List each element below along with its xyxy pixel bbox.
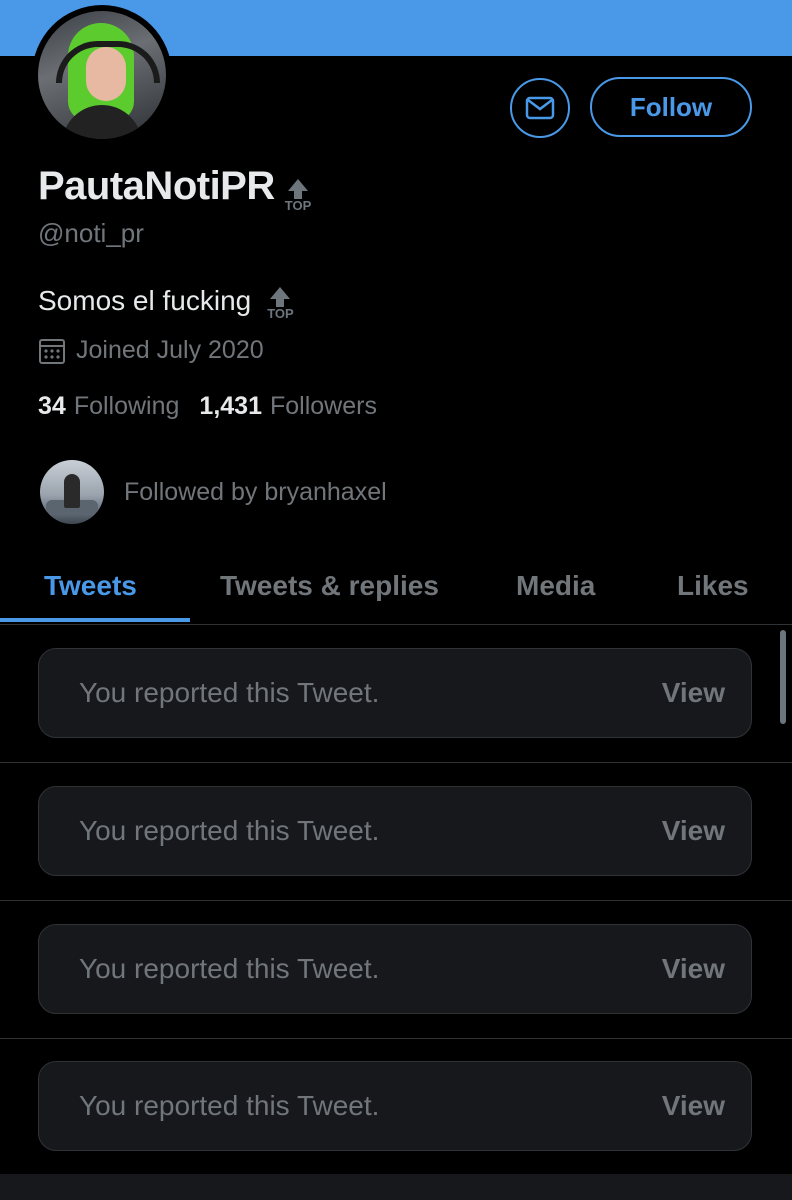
reported-tweet-text: You reported this Tweet. xyxy=(79,1090,380,1121)
view-button[interactable]: View xyxy=(662,815,725,847)
message-button[interactable] xyxy=(510,78,570,138)
reported-tweet-text: You reported this Tweet. xyxy=(79,815,380,846)
joined-label: Joined July 2020 xyxy=(76,336,264,364)
profile-bio-row: Somos el fucking TOP xyxy=(38,282,294,320)
view-button[interactable]: View xyxy=(662,953,725,985)
top-badge-label: TOP xyxy=(284,198,312,213)
active-tab-indicator xyxy=(0,618,190,622)
list-item: You reported this Tweet. View xyxy=(0,900,792,1039)
reported-tweet-card: You reported this Tweet. View xyxy=(38,786,752,876)
profile-name-row: PautaNotiPR TOP xyxy=(38,160,311,212)
follower-avatar xyxy=(40,460,104,524)
profile-avatar[interactable] xyxy=(32,5,172,145)
list-item: You reported this Tweet. View xyxy=(0,1037,792,1176)
tab-likes[interactable]: Likes xyxy=(677,548,749,624)
follow-button[interactable]: Follow xyxy=(590,77,752,137)
view-button[interactable]: View xyxy=(662,677,725,709)
following-count: 34 xyxy=(38,392,66,420)
tab-tweets-replies[interactable]: Tweets & replies xyxy=(220,548,439,624)
reported-tweet-text: You reported this Tweet. xyxy=(79,953,380,984)
top-badge: TOP xyxy=(284,179,312,213)
profile-bio: Somos el fucking xyxy=(38,285,252,316)
view-button[interactable]: View xyxy=(662,1090,725,1122)
scrollbar[interactable] xyxy=(780,630,786,724)
top-badge-label: TOP xyxy=(267,306,294,321)
list-item: You reported this Tweet. View xyxy=(0,624,792,763)
tab-media[interactable]: Media xyxy=(516,548,595,624)
joined-date: Joined July 2020 xyxy=(38,336,264,365)
bottom-bar xyxy=(0,1174,792,1200)
followers-label: Followers xyxy=(269,392,377,420)
profile-handle: @noti_pr xyxy=(38,218,144,248)
avatar-image xyxy=(38,11,166,139)
following-label: Following xyxy=(73,392,180,420)
list-item: You reported this Tweet. View xyxy=(0,762,792,901)
reported-tweet-text: You reported this Tweet. xyxy=(79,677,380,708)
reported-tweet-card: You reported this Tweet. View xyxy=(38,1061,752,1151)
followed-by[interactable]: Followed by bryanhaxel xyxy=(40,460,387,524)
calendar-icon xyxy=(39,338,65,364)
reported-tweet-card: You reported this Tweet. View xyxy=(38,924,752,1014)
reported-tweet-card: You reported this Tweet. View xyxy=(38,648,752,738)
top-badge: TOP xyxy=(267,287,294,320)
following-stat[interactable]: 34 Following xyxy=(38,392,179,421)
profile-stats: 34 Following 1,431 Followers xyxy=(38,392,397,421)
up-arrow-icon xyxy=(288,179,308,191)
tab-tweets[interactable]: Tweets xyxy=(44,548,137,624)
display-name: PautaNotiPR xyxy=(38,164,275,208)
followers-stat[interactable]: 1,431 Followers xyxy=(199,392,377,421)
mail-icon xyxy=(525,96,555,120)
followers-count: 1,431 xyxy=(199,392,262,420)
up-arrow-icon xyxy=(270,287,291,299)
followed-by-label: Followed by bryanhaxel xyxy=(124,477,387,506)
profile-tabs: Tweets Tweets & replies Media Likes xyxy=(0,548,792,625)
